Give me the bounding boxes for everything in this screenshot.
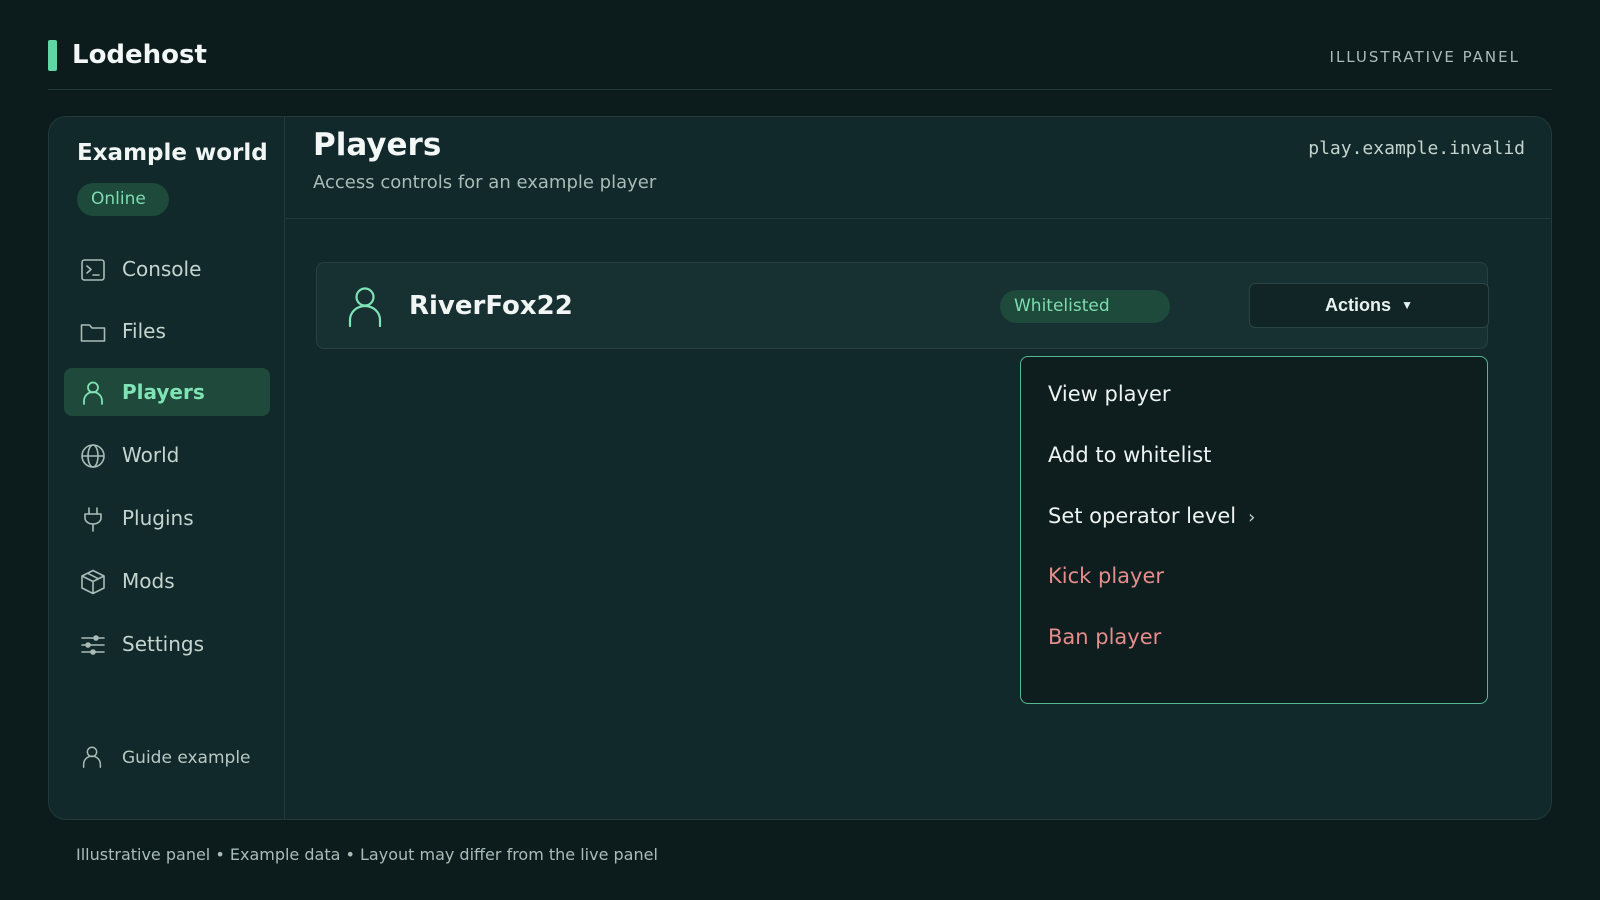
page-title: Players <box>313 127 442 163</box>
sidebar-item-label: Console <box>122 257 202 281</box>
footer-note: Illustrative panel • Example data • Layo… <box>76 845 658 864</box>
panel-tag: ILLUSTRATIVE PANEL <box>1329 48 1520 66</box>
menu-item-label: Add to whitelist <box>1048 443 1212 467</box>
sidebar-item-label: Files <box>122 319 166 343</box>
sliders-icon <box>79 631 107 659</box>
main-panel: Example world Online Console Files Playe… <box>48 116 1552 820</box>
page-subtitle: Access controls for an example player <box>313 172 657 193</box>
user-icon <box>79 379 107 407</box>
sidebar-item-label: Settings <box>122 632 205 656</box>
player-row: RiverFox22 Whitelisted Actions ▼ <box>316 262 1489 349</box>
box-icon <box>79 568 107 596</box>
plug-icon <box>79 505 107 533</box>
folder-icon <box>79 318 107 346</box>
sidebar-item-label: World <box>122 443 180 467</box>
brand-mark <box>48 40 57 71</box>
menu-item-view-player[interactable]: View player <box>1048 377 1171 411</box>
actions-menu: View player Add to whitelist Set operato… <box>1020 356 1488 704</box>
menu-item-label: Kick player <box>1048 564 1165 588</box>
account-link[interactable]: Guide example <box>64 737 270 777</box>
server-status-badge: Online <box>77 183 169 216</box>
sidebar-item-players[interactable]: Players <box>64 368 270 416</box>
player-avatar-icon <box>345 285 385 327</box>
top-bar: Lodehost ILLUSTRATIVE PANEL <box>48 0 1552 90</box>
sidebar-item-console[interactable]: Console <box>64 245 270 293</box>
player-name: RiverFox22 <box>409 291 573 321</box>
sidebar-item-mods[interactable]: Mods <box>64 557 270 605</box>
account-label: Guide example <box>122 748 251 768</box>
menu-item-ban-player[interactable]: Ban player <box>1048 620 1161 654</box>
console-icon <box>79 256 107 284</box>
sidebar-item-label: Players <box>122 380 205 404</box>
sidebar-item-files[interactable]: Files <box>64 307 270 355</box>
sidebar-item-label: Mods <box>122 569 175 593</box>
sidebar-item-world[interactable]: World <box>64 431 270 479</box>
world-name: Example world <box>77 140 268 166</box>
menu-item-label: Set operator level <box>1048 504 1237 528</box>
sidebar-item-plugins[interactable]: Plugins <box>64 494 270 542</box>
players-page: Players Access controls for an example p… <box>286 117 1551 819</box>
brand-name: Lodehost <box>72 40 207 70</box>
menu-item-kick-player[interactable]: Kick player <box>1048 559 1164 593</box>
menu-item-add-to-whitelist[interactable]: Add to whitelist <box>1048 438 1211 472</box>
sidebar-item-settings[interactable]: Settings <box>64 620 270 668</box>
sidebar: Example world Online Console Files Playe… <box>49 117 285 819</box>
user-icon <box>79 744 105 770</box>
chevron-right-icon: › <box>1248 507 1256 528</box>
menu-item-label: Ban player <box>1048 625 1162 649</box>
caret-down-icon: ▼ <box>1401 298 1413 312</box>
menu-item-set-operator-level[interactable]: Set operator level › <box>1048 499 1255 533</box>
page-header: Players Access controls for an example p… <box>286 117 1551 219</box>
actions-dropdown-button[interactable]: Actions ▼ <box>1249 283 1489 328</box>
actions-label: Actions <box>1325 295 1392 315</box>
menu-item-label: View player <box>1048 382 1171 406</box>
whitelist-status-badge: Whitelisted <box>1000 290 1170 323</box>
globe-icon <box>79 442 107 470</box>
sidebar-item-label: Plugins <box>122 506 194 530</box>
server-address: play.example.invalid <box>1308 138 1525 159</box>
